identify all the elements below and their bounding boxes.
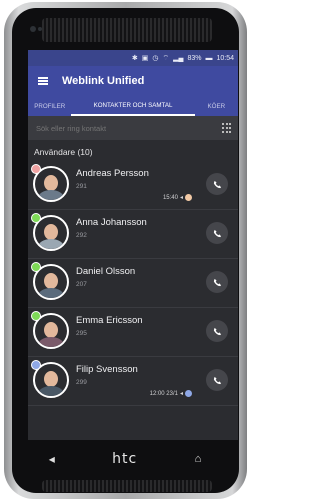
tab-queues[interactable]: KÖER — [195, 96, 238, 116]
wifi-icon: ⌔ — [162, 54, 170, 62]
phone-icon — [213, 180, 221, 188]
dialpad-icon[interactable] — [222, 123, 232, 133]
front-camera — [30, 26, 36, 32]
clock: 10:54 — [216, 54, 234, 62]
contact-number: 299 — [76, 379, 87, 386]
last-call-info: 15:40 ◂ — [163, 194, 192, 201]
presence-indicator — [31, 213, 41, 223]
phone-icon — [213, 327, 221, 335]
last-call-time: 12:00 23/1 — [149, 390, 178, 397]
contact-list: Andreas Persson 291 15:40 ◂ Anna Johanss… — [28, 161, 238, 406]
contact-number: 207 — [76, 281, 87, 288]
home-icon[interactable]: ⌂ — [195, 453, 202, 465]
app-bar: Weblink Unified — [28, 66, 238, 96]
contact-row[interactable]: Daniel Olsson 207 — [28, 259, 238, 308]
tab-contacts-and-calls[interactable]: KONTAKTER OCH SAMTAL — [71, 96, 195, 116]
search-input[interactable] — [34, 122, 222, 134]
presence-indicator — [31, 311, 41, 321]
nfc-icon: ▣ — [141, 55, 149, 62]
alarm-icon: ◷ — [152, 55, 159, 62]
contact-row[interactable]: Anna Johansson 292 — [28, 210, 238, 259]
call-button[interactable] — [206, 369, 228, 391]
call-button[interactable] — [206, 320, 228, 342]
contact-name: Daniel Olsson — [76, 266, 136, 277]
tab-profiler[interactable]: PROFILER — [28, 96, 71, 116]
contact-row[interactable]: Andreas Persson 291 15:40 ◂ — [28, 161, 238, 210]
bottom-speaker-grille — [42, 480, 212, 492]
phone-icon — [213, 278, 221, 286]
incoming-call-icon: ◂ — [179, 195, 183, 201]
contact-name: Andreas Persson — [76, 168, 149, 179]
contact-number: 291 — [76, 183, 87, 190]
status-icon — [185, 194, 192, 201]
signal-icon: ▂▄ — [173, 55, 184, 62]
last-call-time: 15:40 — [162, 194, 178, 201]
battery-icon: ▬ — [205, 54, 213, 62]
contact-name: Emma Ericsson — [76, 315, 143, 326]
back-icon[interactable]: ◂ — [49, 452, 55, 466]
hamburger-menu-icon[interactable] — [32, 66, 54, 96]
section-header-users: Användare (10) — [34, 147, 93, 157]
status-bar: ✱ ▣ ◷ ⌔ ▂▄ 83% ▬ 10:54 — [28, 50, 238, 66]
call-button[interactable] — [206, 271, 228, 293]
device-nav-bar: ◂ htc ⌂ — [20, 448, 230, 470]
bluetooth-icon: ✱ — [131, 55, 138, 62]
sensor — [38, 27, 42, 31]
search-bar — [28, 116, 238, 140]
contact-row[interactable]: Emma Ericsson 295 — [28, 308, 238, 357]
tab-bar: PROFILER KONTAKTER OCH SAMTAL KÖER — [28, 96, 238, 116]
last-call-info: 12:00 23/1 ◂ — [150, 390, 192, 397]
call-button[interactable] — [206, 222, 228, 244]
contact-number: 292 — [76, 232, 87, 239]
presence-indicator — [31, 164, 41, 174]
phone-icon — [213, 376, 221, 384]
app-title: Weblink Unified — [62, 75, 145, 87]
presence-indicator — [31, 360, 41, 370]
status-icon — [185, 390, 192, 397]
contact-name: Filip Svensson — [76, 364, 138, 375]
contact-number: 295 — [76, 330, 87, 337]
contact-row[interactable]: Filip Svensson 299 12:00 23/1 ◂ — [28, 357, 238, 406]
top-speaker-grille — [42, 18, 212, 42]
phone-screen: ✱ ▣ ◷ ⌔ ▂▄ 83% ▬ 10:54 Weblink Unified P… — [28, 50, 238, 440]
call-button[interactable] — [206, 173, 228, 195]
contact-name: Anna Johansson — [76, 217, 147, 228]
incoming-call-icon: ◂ — [179, 391, 183, 397]
phone-icon — [213, 229, 221, 237]
battery-label: 83% — [187, 54, 202, 62]
brand-logo: htc — [112, 451, 138, 467]
presence-indicator — [31, 262, 41, 272]
